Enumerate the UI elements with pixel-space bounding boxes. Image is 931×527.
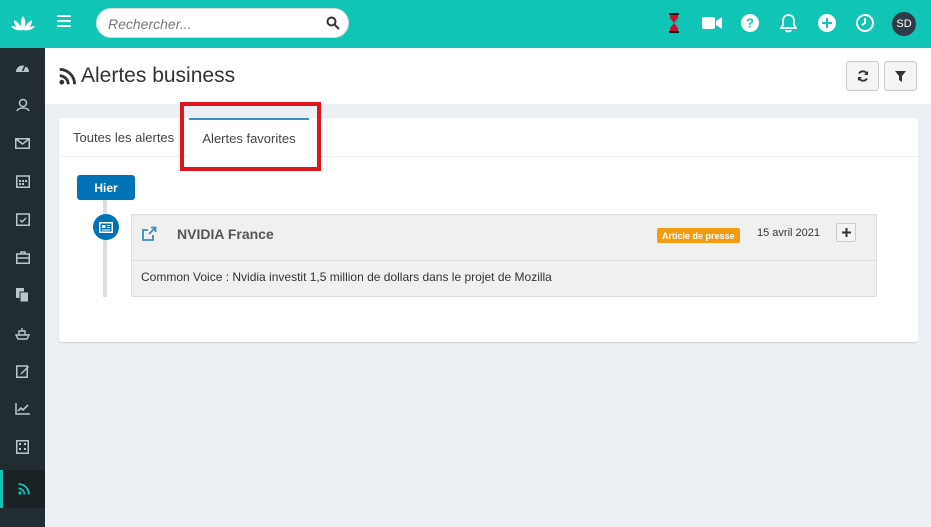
timeline-item-date: 15 avril 2021 bbox=[757, 227, 820, 239]
contacts-icon bbox=[15, 98, 30, 112]
hourglass-icon[interactable] bbox=[663, 12, 685, 34]
page-header: Alertes business bbox=[45, 48, 931, 104]
timeline-item-title: NVIDIA France bbox=[177, 226, 274, 242]
tab-favorite-alerts[interactable]: Alertes favorites bbox=[189, 118, 309, 157]
clock-icon[interactable] bbox=[854, 12, 876, 34]
add-button[interactable] bbox=[836, 223, 856, 242]
tab-bar: Toutes les alertes Alertes favorites bbox=[59, 118, 918, 157]
documents-icon bbox=[16, 288, 29, 302]
sidebar-item-dashboard[interactable] bbox=[0, 48, 45, 86]
user-avatar[interactable]: SD bbox=[892, 12, 916, 36]
sidebar-item-shipping[interactable] bbox=[0, 314, 45, 352]
sidebar-item-tasks[interactable] bbox=[0, 200, 45, 238]
timeline-item-body: Common Voice : Nvidia investit 1,5 milli… bbox=[141, 270, 552, 284]
filter-icon bbox=[895, 70, 906, 82]
boat-icon bbox=[15, 327, 30, 340]
timeline-item: NVIDIA France Article de presse 15 avril… bbox=[131, 214, 877, 297]
tab-label: Toutes les alertes bbox=[73, 130, 175, 145]
timeline-item-icon bbox=[93, 214, 119, 240]
chart-icon bbox=[15, 403, 30, 415]
sidebar-item-documents[interactable] bbox=[0, 276, 45, 314]
source-type-badge: Article de presse bbox=[657, 228, 740, 243]
refresh-button[interactable] bbox=[846, 61, 879, 91]
sidebar bbox=[0, 48, 45, 527]
rss-icon bbox=[59, 67, 76, 85]
filter-button[interactable] bbox=[884, 61, 917, 91]
sidebar-item-calendar[interactable] bbox=[0, 162, 45, 200]
edit-icon bbox=[15, 365, 29, 378]
briefcase-icon bbox=[15, 250, 30, 264]
newspaper-icon bbox=[99, 221, 113, 233]
sidebar-item-contacts[interactable] bbox=[0, 86, 45, 124]
sidebar-item-accounting[interactable] bbox=[0, 428, 45, 466]
lotus-logo-icon bbox=[10, 16, 35, 31]
svg-text:?: ? bbox=[746, 16, 754, 31]
sidebar-item-notes[interactable] bbox=[0, 352, 45, 390]
timeline-time-label: Hier bbox=[77, 175, 135, 200]
calculator-icon bbox=[16, 440, 29, 454]
sidebar-item-stats[interactable] bbox=[0, 390, 45, 428]
sidebar-item-alerts[interactable] bbox=[0, 470, 45, 508]
page-title-text: Alertes business bbox=[81, 64, 236, 87]
calendar-icon bbox=[15, 175, 30, 188]
search-icon[interactable] bbox=[326, 16, 340, 30]
external-link-icon[interactable] bbox=[141, 226, 157, 242]
mail-icon bbox=[15, 137, 30, 149]
refresh-icon bbox=[857, 70, 868, 82]
rss-icon bbox=[18, 483, 30, 495]
sidebar-item-mail[interactable] bbox=[0, 124, 45, 162]
page-title: Alertes business bbox=[59, 64, 235, 88]
menu-toggle-button[interactable] bbox=[57, 15, 71, 29]
tab-label: Alertes favorites bbox=[202, 131, 296, 146]
dashboard-icon bbox=[16, 64, 29, 72]
plus-icon bbox=[841, 228, 851, 237]
help-icon[interactable]: ? bbox=[739, 12, 761, 34]
timeline-item-header: NVIDIA France Article de presse 15 avril… bbox=[132, 215, 876, 261]
video-icon[interactable] bbox=[701, 12, 723, 34]
bell-icon[interactable] bbox=[777, 12, 799, 34]
app-logo[interactable] bbox=[0, 0, 45, 48]
search-box bbox=[96, 8, 349, 38]
sidebar-item-business[interactable] bbox=[0, 238, 45, 276]
plus-circle-icon[interactable] bbox=[816, 12, 838, 34]
calendar-check-icon bbox=[15, 213, 30, 226]
top-bar: ? SD bbox=[0, 0, 931, 48]
tab-all-alerts[interactable]: Toutes les alertes bbox=[73, 118, 174, 157]
search-input[interactable] bbox=[108, 15, 323, 33]
